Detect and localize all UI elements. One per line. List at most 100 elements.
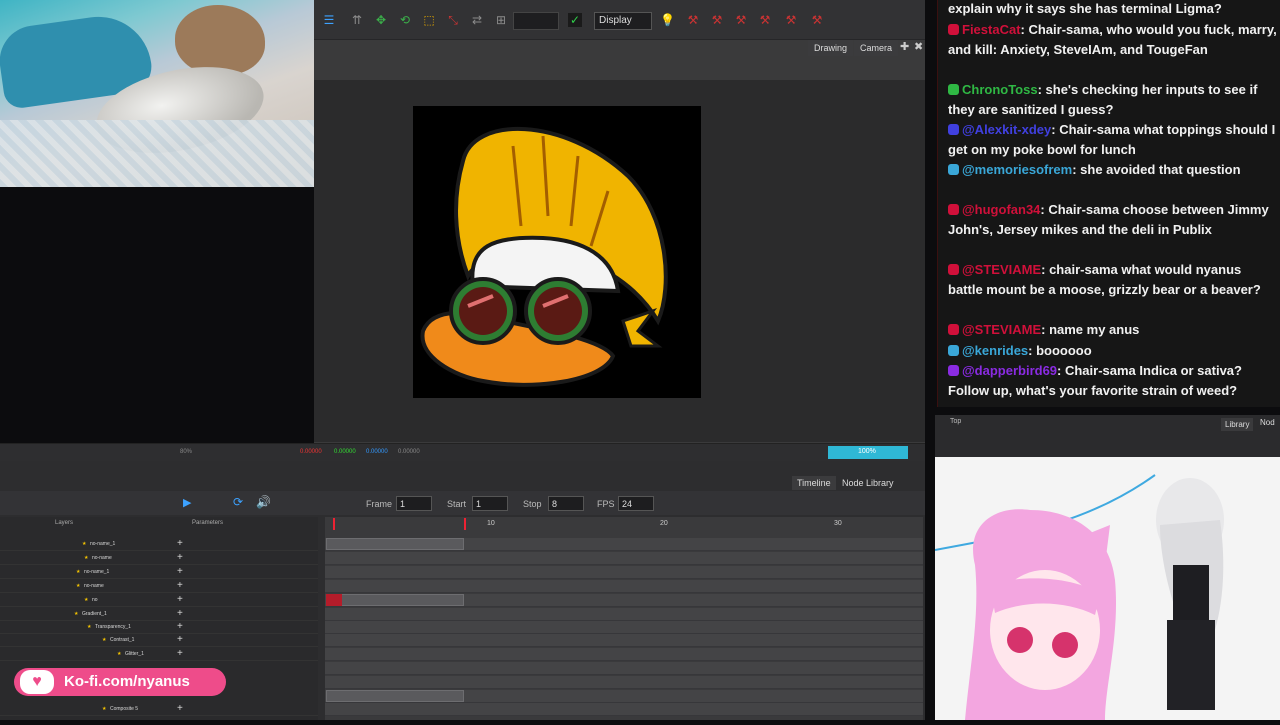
ruler-label: 10 [487,520,495,527]
tab-camera[interactable]: Camera [854,40,899,56]
layer-row[interactable]: ★ no-name + [0,552,318,565]
layer-row[interactable]: ★ no-name + [0,580,318,593]
layer-row[interactable]: ★ Composite 5 + [0,703,318,716]
kofi-cup-icon: ♥ [20,670,54,694]
user-badge-icon [948,204,959,215]
add-keyframe-icon[interactable]: + [177,703,183,714]
track-row[interactable] [325,703,923,716]
track-row[interactable] [325,648,923,661]
layer-name: no [92,597,98,603]
chat-message: explain why it says she has terminal Lig… [948,0,1278,19]
vtuber-avatars [934,457,1280,720]
chat-username[interactable]: FiestaCat [962,22,1021,37]
track-row[interactable] [325,608,923,621]
tab-library[interactable]: Library [1221,418,1254,431]
fps-input[interactable]: 24 [618,496,654,511]
layer-row[interactable]: ★ no-name_1 + [0,566,318,579]
volume-icon[interactable]: 🔊 [256,495,271,509]
chat-username[interactable]: @STEVIAME [962,322,1041,337]
tab-nodes[interactable]: Nod [1260,418,1275,427]
track-row[interactable] [325,552,923,565]
layer-row[interactable]: ★ Contrast_1 + [0,634,318,647]
chat-panel: explain why it says she has terminal Lig… [937,0,1280,407]
scale-icon[interactable]: ⬚ [422,13,436,27]
display-dropdown[interactable]: Display [594,12,652,30]
frame-input[interactable]: 1 [396,496,432,511]
layer-row[interactable]: ★ no + [0,594,318,607]
keyframe-6-icon[interactable]: ⚒ [810,13,824,27]
kofi-link: Ko-fi.com/nyanus [64,673,190,690]
user-badge-icon [948,264,959,275]
playhead-end-marker[interactable] [464,518,466,530]
track-row[interactable] [325,580,923,593]
play-icon[interactable]: ▶ [183,496,191,509]
chat-message: @Alexkit-xdey: Chair-sama what toppings … [948,120,1278,160]
duck-character-art [420,126,668,387]
add-keyframe-icon[interactable]: + [177,608,183,619]
tab-timeline[interactable]: Timeline [792,476,836,490]
chat-text: : she avoided that question [1072,162,1241,177]
add-keyframe-icon[interactable]: + [177,594,183,605]
status-value-red: 0.00000 [300,449,322,455]
keyframe-range[interactable] [326,538,464,550]
tab-drawing[interactable]: Drawing [808,40,854,56]
chat-username[interactable]: @Alexkit-xdey [962,122,1051,137]
transform-icon[interactable]: ⇈ [350,13,364,27]
close-panel-icon[interactable]: ✖ [914,40,923,53]
add-keyframe-icon[interactable]: + [177,621,183,632]
keyframe-range[interactable] [326,690,464,702]
layer-row[interactable]: ★ Transparency_1 + [0,621,318,634]
flip-icon[interactable]: ⇄ [470,13,484,27]
translate-icon[interactable]: ✥ [374,13,388,27]
chat-message: @dapperbird69: Chair-sama Indica or sati… [948,361,1278,401]
track-row[interactable] [325,566,923,579]
tab-node-library[interactable]: Node Library [837,476,899,490]
layer-name: no-name [92,555,112,561]
layer-row[interactable]: ★ no-name_1 + [0,538,318,551]
layer-name: Composite 5 [110,706,139,712]
shear-icon[interactable]: ⤡ [446,13,460,27]
keyframe-marker[interactable] [326,594,342,606]
layer-name: Contrast_1 [110,637,135,643]
rotate-icon[interactable]: ⟲ [398,13,412,27]
keyframe-2-icon[interactable]: ⚒ [710,13,724,27]
playhead[interactable] [333,518,335,530]
align-icon[interactable]: ⊞ [494,13,508,27]
keyframe-icon[interactable]: ⚒ [686,13,700,27]
add-keyframe-icon[interactable]: + [177,648,183,659]
stop-input[interactable]: 8 [548,496,584,511]
layer-dropdown[interactable] [513,12,559,30]
artboard[interactable] [413,106,701,398]
track-row[interactable] [325,621,923,634]
track-row[interactable] [325,676,923,689]
keyframe-3-icon[interactable]: ⚒ [734,13,748,27]
track-row[interactable] [325,634,923,647]
keyframe-5-icon[interactable]: ⚒ [784,13,798,27]
add-keyframe-icon[interactable]: + [177,538,183,549]
layer-star-icon: ★ [84,597,89,603]
add-keyframe-icon[interactable]: + [177,580,183,591]
track-row[interactable] [325,662,923,675]
keyframe-range[interactable] [326,594,464,606]
start-input[interactable]: 1 [472,496,508,511]
add-keyframe-icon[interactable]: + [177,634,183,645]
ruler-label: 20 [660,520,668,527]
chat-username[interactable]: ChronoToss [962,82,1038,97]
start-label: Start [447,499,467,509]
chat-username[interactable]: @dapperbird69 [962,363,1057,378]
chat-username[interactable]: @STEVIAME [962,262,1041,277]
menu-icon[interactable]: ☰ [322,13,336,27]
add-keyframe-icon[interactable]: + [177,552,183,563]
keyframe-4-icon[interactable]: ⚒ [758,13,772,27]
chat-username[interactable]: @hugofan34 [962,202,1040,217]
chat-username[interactable]: @memoriesofrem [962,162,1072,177]
bone-icon[interactable]: ✓ [568,13,582,27]
loop-icon[interactable]: ⟳ [233,495,243,509]
layer-row[interactable]: ★ Glitter_1 + [0,648,318,661]
layer-row[interactable]: ★ Gradient_1 + [0,608,318,621]
chat-username[interactable]: @kenrides [962,343,1028,358]
add-tab-icon[interactable]: ✚ [900,40,909,53]
chat-message: @STEVIAME: name my anus [948,320,1278,340]
lightbulb-icon[interactable]: 💡 [660,13,675,27]
add-keyframe-icon[interactable]: + [177,566,183,577]
